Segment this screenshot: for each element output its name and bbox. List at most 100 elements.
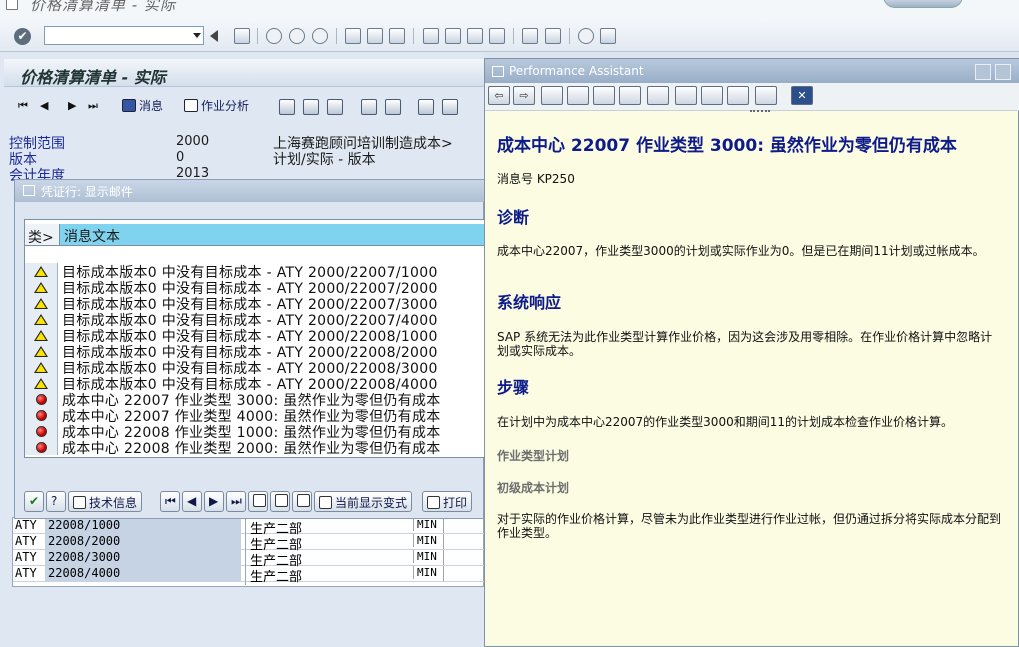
print-icon[interactable] (345, 28, 361, 44)
table-row[interactable]: ATY 22008/4000 生产二部 MIN (13, 566, 485, 585)
export-icon[interactable] (418, 99, 434, 115)
next-page-icon[interactable] (467, 28, 483, 44)
message-row[interactable]: 成本中心 22007 作业类型 3000: 虽然作业为零但仍有成本 (25, 391, 486, 409)
application-toolbar: ⏮ ◀ ▶ ⏭ 消息 作业分析 (4, 91, 484, 119)
perf-title: Performance Assistant (509, 64, 644, 78)
next-icon[interactable]: ▶ (68, 99, 76, 112)
edit-icon[interactable] (593, 86, 615, 105)
message-row[interactable]: 成本中心 22007 作业类型 4000: 虽然作业为零但仍有成本 (25, 407, 486, 425)
forward-icon[interactable]: ⇨ (513, 86, 535, 105)
print-button[interactable]: 打印 (422, 491, 473, 512)
confirm-button[interactable]: ✔ (24, 491, 44, 512)
table-cell: MIN (413, 518, 443, 531)
variant-icon (319, 496, 332, 509)
back-icon[interactable] (266, 28, 282, 44)
error-icon (36, 426, 47, 437)
collapse-icon[interactable] (210, 30, 218, 42)
enter-check-icon[interactable]: ✔ (14, 28, 31, 45)
popup-title-bar[interactable]: 凭证行: 显示邮件 (15, 180, 485, 202)
table-row[interactable]: ATY 22008/1000 生产二部 MIN (13, 518, 485, 537)
message-row[interactable]: 目标成本版本0 中没有目标成本 - ATY 2000/22007/4000 (25, 311, 486, 329)
tech-info-button[interactable]: 技术信息 (68, 491, 143, 512)
message-row[interactable]: 目标成本版本0 中没有目标成本 - ATY 2000/22008/4000 (25, 375, 486, 393)
table-row[interactable]: ATY 22008/2000 生产二部 MIN (13, 534, 485, 553)
sum-button[interactable] (270, 491, 290, 512)
message-row[interactable]: 目标成本版本0 中没有目标成本 - ATY 2000/22007/1000 (25, 263, 486, 281)
previous-icon[interactable]: ◀ (40, 99, 48, 112)
last-page-icon[interactable] (489, 28, 505, 44)
filter-icon[interactable] (303, 99, 319, 115)
message-row[interactable]: 目标成本版本0 中没有目标成本 - ATY 2000/22008/3000 (25, 359, 486, 377)
table-row[interactable]: ATY 22008/3000 生产二部 MIN (13, 550, 485, 569)
filter-button[interactable] (248, 491, 268, 512)
columns-icon[interactable] (327, 99, 343, 115)
field-value: 2000 (176, 134, 210, 149)
maximize-icon[interactable] (995, 64, 1011, 80)
command-field[interactable] (44, 26, 204, 45)
message-type-cell (25, 295, 58, 311)
display-icon[interactable] (701, 86, 723, 105)
layout-icon[interactable] (442, 99, 458, 115)
perf-toolbar: ⇦ ⇨ ✕ (485, 83, 1019, 111)
activity-analysis-button[interactable]: 作业分析 (184, 97, 249, 114)
message-text-column-header[interactable]: 消息文本 (59, 224, 486, 245)
first-icon[interactable]: ⏮ (18, 99, 28, 113)
find-next-icon[interactable] (389, 28, 405, 44)
window-controls[interactable] (883, 0, 963, 8)
system-response-title: 系统响应 (497, 293, 562, 312)
type-column-header[interactable]: 类> (28, 227, 54, 247)
message-row[interactable]: 目标成本版本0 中没有目标成本 - ATY 2000/22007/2000 (25, 279, 486, 297)
detail-icon[interactable] (279, 99, 295, 115)
message-row[interactable]: 目标成本版本0 中没有目标成本 - ATY 2000/22008/2000 (25, 343, 486, 361)
subtotal-icon[interactable] (385, 99, 401, 115)
shortcut-icon[interactable] (545, 28, 561, 44)
warning-icon (34, 362, 48, 373)
resize-grip[interactable] (750, 110, 770, 112)
primary-cost-planning-link[interactable]: 初级成本计划 (497, 479, 569, 496)
current-variant-button[interactable]: 当前显示变式 (314, 491, 413, 512)
back-icon[interactable]: ⇦ (488, 86, 510, 105)
print-icon[interactable] (755, 86, 777, 105)
user-icon[interactable] (647, 86, 669, 105)
close-icon[interactable]: ✕ (791, 86, 813, 105)
book-icon[interactable] (541, 86, 563, 105)
previous-page-icon[interactable] (445, 28, 461, 44)
last-icon[interactable]: ⏭ (88, 99, 98, 113)
system-response-text: SAP 系统无法为此作业类型计算作业价格，因为这会涉及用零相除。在作业价格计算中… (497, 330, 993, 358)
message-row[interactable]: 成本中心 22008 作业类型 2000: 虽然作业为零但仍有成本 (25, 439, 486, 457)
next-button[interactable]: ▶ (204, 491, 224, 512)
performance-assistant-window: Performance Assistant ⇦ ⇨ ✕ 成本中心 22007 作… (484, 58, 1019, 647)
subtotal-button[interactable] (292, 491, 312, 512)
activity-analysis-label: 作业分析 (201, 99, 250, 113)
last-button[interactable]: ⏭ (226, 491, 246, 512)
sum-icon[interactable] (361, 99, 377, 115)
previous-button[interactable]: ◀ (182, 491, 202, 512)
message-row[interactable]: 目标成本版本0 中没有目标成本 - ATY 2000/22007/3000 (25, 295, 486, 313)
cancel-icon[interactable] (312, 28, 328, 44)
layout-menu-icon[interactable] (600, 28, 616, 44)
help-icon[interactable] (578, 28, 594, 44)
settings-icon[interactable] (727, 86, 749, 105)
help-button[interactable]: ? (46, 491, 66, 512)
note-icon[interactable] (619, 86, 641, 105)
activity-type-planning-link[interactable]: 作业类型计划 (497, 447, 569, 464)
messages-button[interactable]: 消息 (122, 97, 163, 114)
list-icon[interactable] (675, 86, 697, 105)
perf-title-bar[interactable]: Performance Assistant (485, 59, 1019, 83)
message-type-cell (25, 311, 58, 327)
new-session-icon[interactable] (522, 28, 538, 44)
exit-icon[interactable] (289, 28, 305, 44)
message-row[interactable]: 目标成本版本0 中没有目标成本 - ATY 2000/22008/1000 (25, 327, 486, 345)
message-type-cell (25, 343, 58, 359)
minimize-icon[interactable] (975, 64, 991, 80)
subtotal-icon (297, 494, 310, 507)
glasses-icon[interactable] (567, 86, 589, 105)
first-button[interactable]: ⏮ (160, 491, 180, 512)
message-row[interactable]: 成本中心 22008 作业类型 1000: 虽然作业为零但仍有成本 (25, 423, 486, 441)
warning-icon (34, 266, 48, 277)
first-page-icon[interactable] (423, 28, 439, 44)
find-icon[interactable] (367, 28, 383, 44)
chevron-down-icon[interactable] (193, 33, 201, 38)
save-icon[interactable] (234, 28, 250, 44)
tech-info-label: 技术信息 (89, 496, 138, 510)
